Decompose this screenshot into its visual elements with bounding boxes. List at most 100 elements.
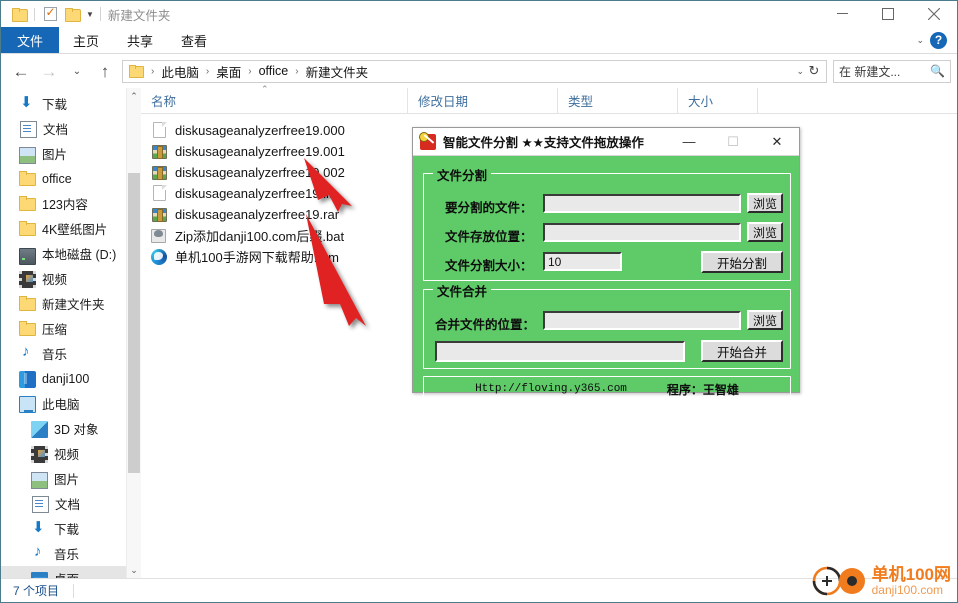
start-split-button[interactable]: 开始分割	[701, 251, 783, 273]
sidebar-item-7[interactable]: 视频	[1, 266, 141, 291]
sidebar-item-6[interactable]: 本地磁盘 (D:)	[1, 241, 141, 266]
chevron-down-icon: ⌄	[72, 65, 82, 77]
maximize-button[interactable]	[865, 1, 911, 27]
dialog-minimize-button[interactable]: —	[667, 128, 711, 155]
sidebar-item-label: 123内容	[42, 198, 88, 212]
pictures-icon	[19, 146, 36, 164]
source-file-row: 要分割的文件：	[445, 197, 533, 216]
sidebar-item-label: 视频	[54, 448, 80, 462]
dest-browse-button[interactable]: 浏览	[747, 222, 783, 242]
sidebar-item-10[interactable]: 音乐	[1, 341, 141, 366]
sidebar-item-15[interactable]: 图片	[1, 466, 141, 491]
merge-browse-button[interactable]: 浏览	[747, 310, 783, 330]
sidebar-item-0[interactable]: 下载	[1, 91, 141, 116]
tab-file[interactable]: 文件	[1, 27, 59, 53]
qat-folder-icon[interactable]	[8, 3, 30, 25]
column-label: 名称	[151, 95, 177, 109]
video-icon	[31, 446, 48, 463]
scroll-down-arrow[interactable]: ⌄	[127, 562, 141, 578]
sidebar-item-2[interactable]: 图片	[1, 141, 141, 166]
scrollbar-thumb[interactable]	[128, 173, 140, 473]
dialog-body: 文件分割 要分割的文件： 浏览 文件存放位置： 浏览 文件分割大小： 10 开始…	[413, 156, 799, 400]
new-folder-icon[interactable]	[61, 3, 83, 25]
nav-scrollbar[interactable]: ⌃ ⌄	[126, 88, 141, 578]
column-header-name[interactable]: 名称 ⌃	[141, 84, 408, 113]
sidebar-item-14[interactable]: 视频	[1, 441, 141, 466]
column-header-date[interactable]: 修改日期	[408, 88, 558, 113]
sidebar-item-17[interactable]: 下载	[1, 516, 141, 541]
sidebar-item-4[interactable]: 123内容	[1, 191, 141, 216]
watermark-domain: danji100.com	[871, 582, 944, 597]
sidebar-item-19[interactable]: 桌面	[1, 566, 141, 578]
minimize-button[interactable]	[819, 1, 865, 27]
close-button[interactable]	[911, 1, 957, 27]
forward-button[interactable]: →	[35, 58, 63, 84]
sidebar-item-13[interactable]: 3D 对象	[1, 416, 141, 441]
sidebar-item-label: 压缩	[42, 323, 68, 337]
window-controls	[819, 1, 957, 27]
breadcrumb-desktop[interactable]: 桌面	[214, 62, 243, 81]
watermark: 单机100网 danji100.com	[811, 564, 951, 598]
sidebar-item-18[interactable]: 音乐	[1, 541, 141, 566]
sidebar-item-11[interactable]: danji100	[1, 366, 141, 391]
qat-dropdown-icon[interactable]: ▼	[83, 10, 97, 19]
dialog-close-button[interactable]: ✕	[755, 128, 799, 155]
source-file-input[interactable]	[543, 194, 741, 213]
column-header-type[interactable]: 类型	[558, 88, 678, 113]
chevron-down-icon[interactable]: ⌄	[916, 35, 924, 46]
up-arrow-icon: ↑	[100, 61, 110, 81]
search-input[interactable]: 在 新建文... 🔍	[833, 59, 951, 83]
sidebar-item-1[interactable]: 文档	[1, 116, 141, 141]
dialog-title: 智能文件分割 ★★支持文件拖放操作	[443, 136, 644, 150]
properties-icon[interactable]	[39, 3, 61, 25]
sidebar-item-label: 视频	[42, 273, 68, 287]
refresh-icon[interactable]: ↻	[805, 62, 823, 81]
sidebar-item-3[interactable]: office	[1, 166, 141, 191]
document-icon	[20, 120, 37, 138]
start-merge-button[interactable]: 开始合并	[701, 340, 783, 362]
footer-content: Http://floving.y365.com 程序：王智雄	[424, 379, 790, 399]
sidebar-item-8[interactable]: 新建文件夹	[1, 291, 141, 316]
back-button[interactable]: ←	[7, 58, 35, 84]
dest-location-row: 文件存放位置：	[445, 226, 533, 245]
sidebar-item-label: 图片	[54, 473, 80, 487]
dialog-maximize-button[interactable]: ☐	[711, 128, 755, 155]
breadcrumb-office[interactable]: office	[257, 64, 291, 78]
tab-view[interactable]: 查看	[167, 27, 221, 53]
sidebar-item-12[interactable]: 此电脑	[1, 391, 141, 416]
sidebar-item-9[interactable]: 压缩	[1, 316, 141, 341]
archive-icon	[151, 206, 168, 223]
merge-progress-bar	[435, 341, 685, 362]
tab-home[interactable]: 主页	[59, 27, 113, 53]
dest-location-label: 文件存放位置：	[445, 230, 533, 244]
window-title: 新建文件夹	[107, 8, 171, 23]
split-app-icon	[419, 131, 436, 150]
watermark-title: 单机100网	[871, 564, 951, 584]
ribbon-right-controls: ⌄ ?	[916, 27, 957, 53]
sidebar-item-16[interactable]: 文档	[1, 491, 141, 516]
merge-location-input[interactable]	[543, 311, 741, 330]
breadcrumb[interactable]: › 此电脑 › 桌面 › office › 新建文件夹 ⌄ ↻	[122, 59, 827, 83]
scroll-up-arrow[interactable]: ⌃	[127, 88, 141, 104]
edge-browser-icon	[151, 248, 168, 265]
sidebar-item-5[interactable]: 4K壁纸图片	[1, 216, 141, 241]
folder-icon	[19, 220, 36, 237]
forward-arrow-icon: →	[40, 61, 58, 81]
breadcrumb-this-pc[interactable]: 此电脑	[159, 62, 201, 81]
dest-location-input[interactable]	[543, 223, 741, 242]
column-header-size[interactable]: 大小	[678, 88, 758, 113]
tab-share[interactable]: 共享	[113, 27, 167, 53]
dialog-title-bar: 智能文件分割 ★★支持文件拖放操作 — ☐ ✕	[413, 128, 799, 156]
source-browse-button[interactable]: 浏览	[747, 193, 783, 213]
split-size-input[interactable]: 10	[543, 252, 622, 271]
drive-icon	[19, 247, 36, 265]
up-button[interactable]: ↑	[91, 58, 119, 84]
search-icon: 🔍	[930, 64, 945, 78]
breadcrumb-dropdown-icon[interactable]: ⌄	[796, 66, 804, 77]
pictures-icon	[31, 471, 48, 489]
recent-locations-button[interactable]: ⌄	[63, 58, 91, 84]
breadcrumb-current-folder[interactable]: 新建文件夹	[304, 62, 371, 81]
help-icon[interactable]: ?	[930, 31, 947, 49]
this-pc-icon	[19, 396, 36, 413]
source-file-label: 要分割的文件：	[445, 201, 533, 215]
